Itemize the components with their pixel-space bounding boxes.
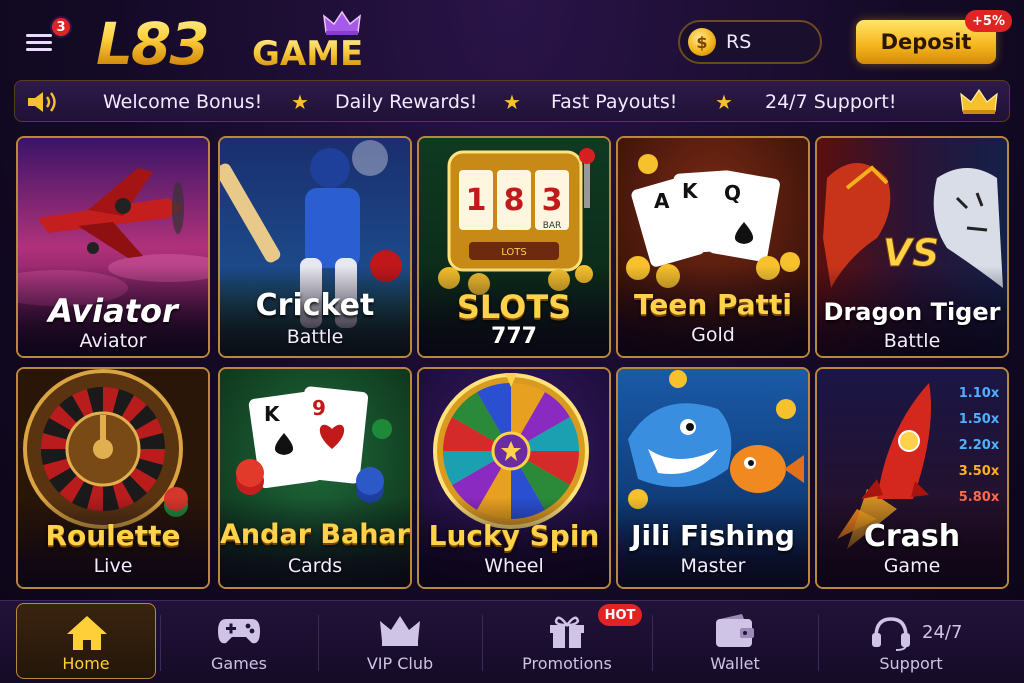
nav-label: VIP Club [366, 654, 434, 673]
game-card-teen-patti[interactable]: A K Q Teen Patti Gold [616, 136, 810, 358]
multiplier-label: 2.20x [959, 438, 1000, 453]
game-title: Aviator [48, 292, 178, 330]
deposit-bonus-badge: +5% [965, 10, 1012, 32]
gift-icon [550, 616, 584, 648]
game-subtitle: Gold [691, 324, 735, 346]
crown-icon [323, 10, 361, 35]
game-title: Dragon Tiger [823, 298, 1001, 326]
coin-icon: $ [688, 28, 716, 56]
nav-home[interactable]: Home [16, 603, 156, 679]
reel-symbol: 3 [542, 183, 563, 218]
nav-label: Home [62, 654, 110, 673]
card-rank: K [682, 179, 699, 203]
game-card-slots[interactable]: 1 8 3 BAR LOTS SLOTS 777 [417, 136, 611, 358]
nav-wallet[interactable]: Wallet [652, 601, 818, 683]
logo-subtext: GAME [252, 34, 364, 74]
card-rank: A [654, 189, 670, 213]
app-logo[interactable]: L83 GAME [96, 4, 366, 78]
game-title: SLOTS [456, 288, 572, 326]
reel-symbol: 1 [466, 183, 487, 218]
star-icon: ★ [291, 90, 309, 114]
headset-icon [872, 617, 910, 651]
nav-vip-club[interactable]: VIP Club [318, 601, 482, 683]
game-subtitle: Battle [286, 326, 344, 348]
crown-icon [960, 88, 998, 114]
home-icon [67, 616, 107, 650]
crown-icon [380, 616, 420, 646]
nav-label: Support [879, 654, 943, 673]
game-card-roulette[interactable]: Roulette Live [16, 367, 210, 589]
game-title: Andar Bahar [220, 519, 410, 550]
top-header: 3 L83 GAME $ RS Deposit +5% [0, 0, 1024, 80]
game-subtitle: 777 [491, 324, 537, 349]
game-subtitle: Live [93, 555, 133, 577]
hot-badge: HOT [598, 604, 642, 626]
gamepad-icon [218, 619, 260, 644]
reel-symbol: BAR [543, 221, 562, 231]
game-subtitle: Cards [287, 555, 343, 577]
card-rank: K [264, 402, 281, 426]
ticker-item: Fast Payouts! [551, 91, 678, 113]
game-card-crash[interactable]: 1.10x 1.50x 2.20x 3.50x 5.80x Crash Game [815, 367, 1009, 589]
game-card-jili-fishing[interactable]: Jili Fishing Master [616, 367, 810, 589]
game-card-dragon-tiger[interactable]: VS Dragon Tiger Battle [815, 136, 1009, 358]
game-title: Lucky Spin [428, 519, 600, 552]
support-hours: 24/7 [922, 622, 963, 643]
ticker-item: Daily Rewards! [335, 91, 478, 113]
logo-text: L83 [96, 10, 210, 78]
game-subtitle: Master [680, 555, 746, 577]
menu-icon-bar [26, 41, 52, 44]
slot-marquee: LOTS [501, 247, 527, 258]
card-rank: 9 [312, 396, 326, 420]
multiplier-label: 3.50x [959, 464, 1000, 479]
multiplier-label: 1.10x [959, 386, 1000, 401]
game-card-lucky-spin[interactable]: Lucky Spin Wheel [417, 367, 611, 589]
nav-games[interactable]: Games [160, 601, 318, 683]
game-title: Roulette [45, 519, 181, 552]
nav-label: Wallet [710, 654, 760, 673]
game-title: Cricket [255, 288, 375, 323]
game-title: Teen Patti [633, 288, 793, 321]
star-icon: ★ [715, 90, 733, 114]
speaker-icon [28, 92, 56, 112]
menu-notification-badge: 3 [50, 16, 72, 38]
game-card-cricket[interactable]: Cricket Battle [218, 136, 412, 358]
menu-icon-bar [26, 48, 52, 51]
wallet-icon [716, 614, 754, 647]
nav-label: Promotions [522, 654, 612, 673]
star-icon: ★ [503, 90, 521, 114]
ticker-item: Welcome Bonus! [103, 91, 263, 113]
menu-icon-bar [26, 34, 52, 37]
game-title: Crash [863, 519, 961, 554]
nav-label: Games [211, 654, 267, 673]
game-title: Jili Fishing [631, 519, 795, 552]
game-subtitle: Game [883, 555, 941, 577]
ticker-item: 24/7 Support! [765, 91, 897, 113]
nav-support[interactable]: Support [818, 601, 1004, 683]
game-card-andar-bahar[interactable]: K 9 Andar Bahar Cards [218, 367, 412, 589]
bottom-navigation: Home Games VIP Club Promotions Wallet Su… [0, 600, 1024, 683]
multiplier-label: 1.50x [959, 412, 1000, 427]
balance-pill[interactable]: $ RS [678, 20, 822, 64]
reel-symbol: 8 [504, 183, 525, 218]
balance-currency: RS [726, 31, 752, 53]
card-rank: Q [724, 181, 741, 205]
game-subtitle: Wheel [484, 555, 544, 577]
game-subtitle: Aviator [79, 330, 147, 352]
game-subtitle: Battle [883, 330, 941, 352]
announcement-ticker: Welcome Bonus! ★ Daily Rewards! ★ Fast P… [14, 80, 1010, 122]
game-card-aviator[interactable]: Aviator Aviator [16, 136, 210, 358]
